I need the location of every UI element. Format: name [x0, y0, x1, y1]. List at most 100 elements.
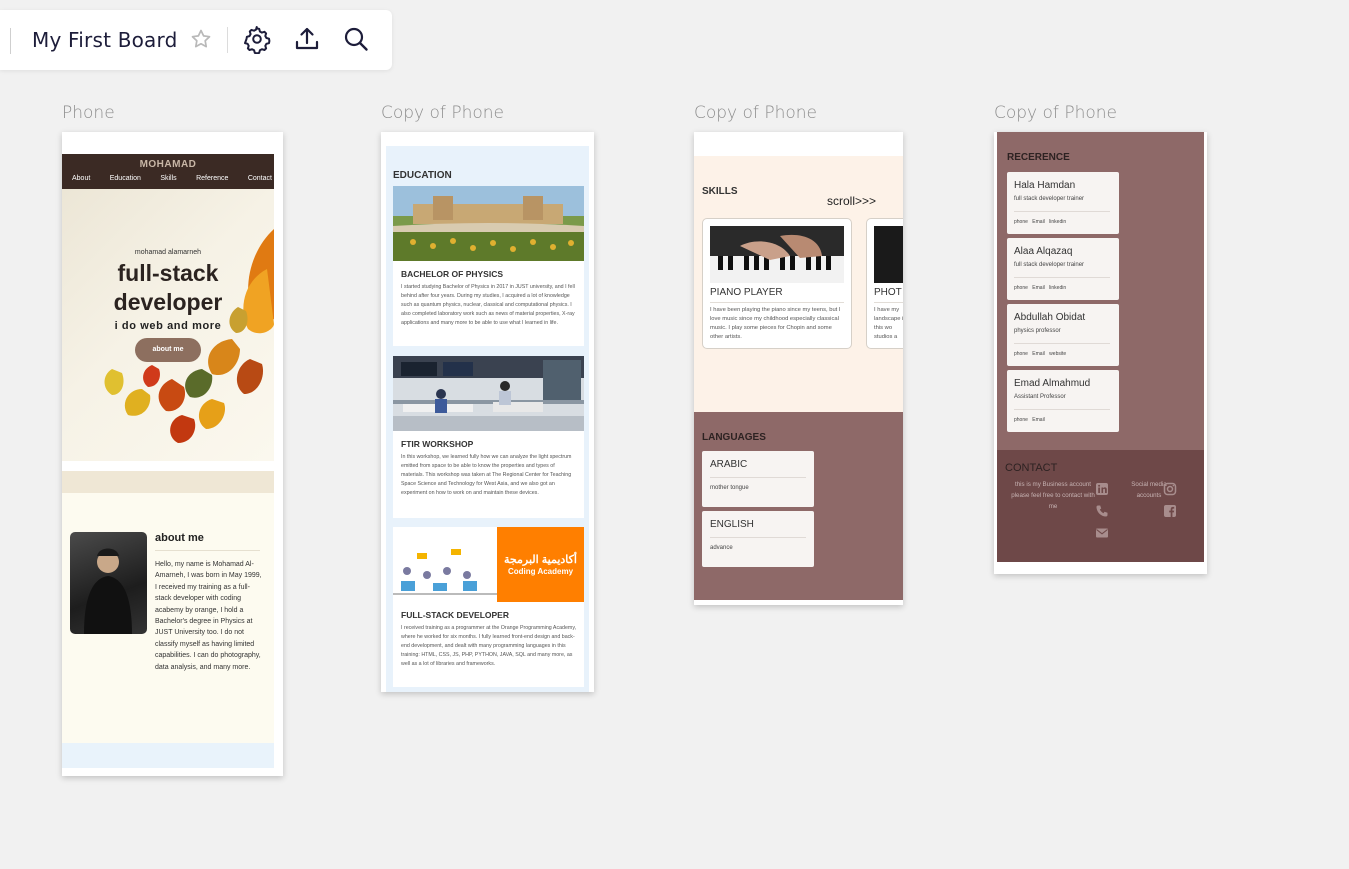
reference-card: Abdullah Obidat physics professor phone …	[1007, 304, 1119, 366]
reference-name: Emad Almahmud	[1014, 378, 1091, 389]
skill-card-divider	[710, 302, 844, 303]
skills-heading: SKILLS	[702, 186, 738, 197]
reference-card: Hala Hamdan full stack developer trainer…	[1007, 172, 1119, 234]
language-name: ARABIC	[710, 459, 748, 470]
lab-image	[393, 356, 584, 431]
upload-icon[interactable]	[292, 24, 322, 54]
reference-links[interactable]: phone Email	[1014, 417, 1045, 423]
skills-section: SKILLS scroll>>> PIANO PLAYER I have bee…	[694, 156, 903, 412]
skill-card-body: I have been playing the piano since my t…	[710, 307, 841, 340]
reference-section: RECERENCE Hala Hamdan full stack develop…	[997, 132, 1204, 450]
section-divider	[62, 471, 274, 493]
facebook-icon[interactable]	[1163, 504, 1177, 518]
reference-divider	[1014, 409, 1110, 410]
skill-card: PIANO PLAYER I have been playing the pia…	[702, 218, 852, 349]
scroll-hint: scroll>>>	[827, 194, 877, 208]
academy-logo-english: Coding Academy	[507, 567, 574, 576]
board-title[interactable]: My First Board	[32, 28, 177, 52]
skill-card-title: PIANO PLAYER	[710, 287, 783, 298]
reference-name: Abdullah Obidat	[1014, 312, 1086, 323]
language-name: ENGLISH	[710, 519, 754, 530]
languages-heading: LANGUAGES	[702, 432, 766, 443]
skill-card-body: I have my landscape in this wo studios a	[874, 307, 903, 340]
reference-name: Alaa Alqazaq	[1014, 246, 1073, 257]
language-level: advance	[710, 545, 733, 551]
site-brand: MOHAMAD	[139, 159, 197, 170]
nav-link-reference[interactable]: Reference	[196, 175, 228, 182]
contact-text: this is my Business account please feel …	[1011, 481, 1095, 510]
hero-subtitle: mohamad alamarneh	[134, 249, 202, 256]
education-card: أكاديمية البرمجة Coding Academy FULL-STA…	[393, 527, 584, 687]
languages-section: LANGUAGES ARABIC mother tongue ENGLISH a…	[694, 412, 903, 600]
frame-label[interactable]: Copy of Phone	[994, 103, 1117, 123]
reference-role: full stack developer trainer	[1014, 262, 1085, 268]
reference-role: Assistant Professor	[1014, 394, 1066, 400]
toolbar-divider	[227, 27, 228, 53]
skill-card-title: PHOT	[874, 287, 902, 298]
language-card: ARABIC mother tongue	[702, 451, 814, 507]
education-card-body: In this workshop, we learned fully how w…	[401, 454, 572, 496]
frame-label[interactable]: Copy of Phone	[381, 103, 504, 123]
reference-divider	[1014, 343, 1110, 344]
language-level: mother tongue	[710, 485, 749, 491]
nav-link-about[interactable]: About	[72, 175, 90, 182]
reference-links[interactable]: phone Email linkedin	[1014, 219, 1066, 225]
board-toolbar: My First Board	[0, 10, 392, 70]
phone-frame[interactable]: MOHAMAD About Education Skills Reference…	[62, 132, 283, 776]
email-icon[interactable]	[1095, 526, 1109, 540]
search-icon[interactable]	[341, 24, 371, 54]
education-card: FTIR WORKSHOP In this workshop, we learn…	[393, 356, 584, 518]
reference-divider	[1014, 277, 1110, 278]
language-divider	[710, 537, 806, 538]
nav-link-skills[interactable]: Skills	[160, 175, 176, 182]
hero-title: full-stack developer	[62, 259, 274, 317]
about-me-button[interactable]: about me	[135, 338, 201, 362]
hero-section: mohamad alamarneh full-stack developer i …	[62, 189, 274, 461]
phone-frame-copy-1[interactable]: EDUCATION BACHELOR OF PHYSICS I started …	[381, 132, 594, 692]
linkedin-icon[interactable]	[1095, 482, 1109, 496]
instagram-icon[interactable]	[1163, 482, 1177, 496]
phone-frame-copy-3[interactable]: RECERENCE Hala Hamdan full stack develop…	[994, 132, 1207, 574]
about-divider	[155, 550, 260, 551]
skill-card-divider	[874, 302, 903, 303]
frame-label[interactable]: Copy of Phone	[694, 103, 817, 123]
hero-tagline: i do web and more	[114, 320, 222, 332]
contact-heading: CONTACT	[1005, 462, 1058, 474]
frame-label[interactable]: Phone	[62, 103, 115, 123]
academy-logo-arabic: أكاديمية البرمجة	[504, 554, 577, 566]
about-body: Hello, my name is Mohamad Al-Amarneh, I …	[155, 561, 262, 671]
about-section: about me Hello, my name is Mohamad Al-Am…	[62, 493, 274, 743]
footer-bar	[62, 743, 274, 768]
education-card-title: BACHELOR OF PHYSICS	[401, 269, 504, 279]
education-card-body: I started studying Bachelor of Physics i…	[401, 284, 575, 326]
hero-title-line-1: full-stack	[117, 260, 219, 286]
site-navbar: MOHAMAD About Education Skills Reference…	[62, 154, 274, 189]
skill-card: PHOT I have my landscape in this wo stud…	[866, 218, 903, 349]
reference-links[interactable]: phone Email linkedin	[1014, 285, 1066, 291]
education-card: BACHELOR OF PHYSICS I started studying B…	[393, 186, 584, 346]
star-icon[interactable]	[189, 27, 213, 51]
profile-photo	[70, 532, 147, 634]
education-card-title: FULL-STACK DEVELOPER	[401, 610, 509, 620]
toolbar-divider	[10, 28, 11, 54]
phone-frame-copy-2[interactable]: SKILLS scroll>>> PIANO PLAYER I have bee…	[694, 132, 903, 605]
phone-icon[interactable]	[1095, 504, 1109, 518]
nav-link-contact[interactable]: Contact	[248, 175, 272, 182]
contact-section: CONTACT this is my Business account plea…	[997, 450, 1204, 562]
piano-image	[710, 226, 844, 283]
reference-card: Emad Almahmud Assistant Professor phone …	[1007, 370, 1119, 432]
photography-image	[874, 226, 903, 283]
reference-heading: RECERENCE	[1007, 152, 1070, 163]
reference-name: Hala Hamdan	[1014, 180, 1076, 191]
reference-card: Alaa Alqazaq full stack developer traine…	[1007, 238, 1119, 300]
reference-links[interactable]: phone Email website	[1014, 351, 1066, 357]
reference-role: physics professor	[1014, 328, 1061, 334]
language-card: ENGLISH advance	[702, 511, 814, 567]
education-card-body: I received training as a programmer at t…	[401, 625, 577, 667]
education-heading: EDUCATION	[393, 170, 452, 181]
hero-title-line-2: developer	[113, 289, 223, 315]
nav-links: About Education Skills Reference Contact	[72, 175, 272, 182]
nav-link-education[interactable]: Education	[110, 175, 141, 182]
gear-icon[interactable]	[242, 24, 272, 54]
reference-divider	[1014, 211, 1110, 212]
